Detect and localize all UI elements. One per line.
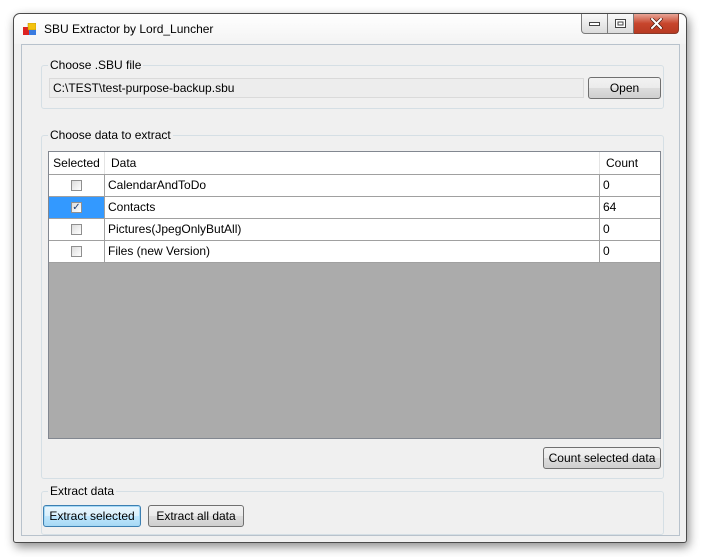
extract-all-button[interactable]: Extract all data: [148, 505, 244, 527]
grid-header: Selected Data Count: [49, 152, 660, 175]
count-cell[interactable]: 0: [600, 219, 660, 240]
extract-data-group-label: Extract data: [48, 484, 117, 498]
minimize-icon: [589, 21, 600, 26]
app-icon: [23, 23, 36, 35]
close-icon: [649, 18, 663, 29]
checkmark-icon: ✓: [72, 201, 81, 213]
data-cell[interactable]: CalendarAndToDo: [105, 175, 600, 196]
count-selected-button[interactable]: Count selected data: [543, 447, 661, 469]
count-cell[interactable]: 64: [600, 197, 660, 218]
selected-cell[interactable]: [49, 175, 105, 196]
client-area: Choose .SBU file C:\TEST\test-purpose-ba…: [21, 44, 680, 536]
table-row[interactable]: Pictures(JpegOnlyButAll) 0: [49, 219, 660, 241]
row-checkbox[interactable]: [71, 246, 82, 257]
extract-selected-button[interactable]: Extract selected: [43, 505, 141, 527]
choose-data-group: Choose data to extract Selected Data Cou…: [41, 128, 664, 479]
file-path-field[interactable]: C:\TEST\test-purpose-backup.sbu: [49, 78, 584, 98]
close-button[interactable]: [634, 14, 679, 34]
data-cell[interactable]: Pictures(JpegOnlyButAll): [105, 219, 600, 240]
table-row[interactable]: CalendarAndToDo 0: [49, 175, 660, 197]
selected-cell[interactable]: [49, 241, 105, 262]
maximize-icon: [615, 19, 626, 28]
selected-cell[interactable]: ✓: [49, 197, 105, 218]
choose-file-group: Choose .SBU file C:\TEST\test-purpose-ba…: [41, 58, 664, 109]
column-header-selected[interactable]: Selected: [49, 152, 105, 174]
data-cell[interactable]: Contacts: [105, 197, 600, 218]
window-title: SBU Extractor by Lord_Luncher: [44, 22, 214, 36]
row-checkbox[interactable]: ✓: [71, 202, 82, 213]
column-header-data[interactable]: Data: [105, 152, 600, 174]
title-bar[interactable]: SBU Extractor by Lord_Luncher: [14, 14, 686, 44]
data-cell[interactable]: Files (new Version): [105, 241, 600, 262]
app-window: SBU Extractor by Lord_Luncher Choose .SB…: [13, 13, 687, 543]
table-row[interactable]: ✓ Contacts 64: [49, 197, 660, 219]
count-cell[interactable]: 0: [600, 241, 660, 262]
table-row[interactable]: Files (new Version) 0: [49, 241, 660, 263]
choose-file-group-label: Choose .SBU file: [48, 58, 144, 72]
column-header-count[interactable]: Count: [600, 152, 660, 174]
count-cell[interactable]: 0: [600, 175, 660, 196]
minimize-button[interactable]: [581, 14, 608, 34]
extract-data-group: Extract data Extract selected Extract al…: [41, 484, 664, 535]
selected-cell[interactable]: [49, 219, 105, 240]
open-button[interactable]: Open: [588, 77, 661, 99]
maximize-button[interactable]: [608, 14, 634, 34]
row-checkbox[interactable]: [71, 224, 82, 235]
row-checkbox[interactable]: [71, 180, 82, 191]
data-grid: Selected Data Count CalendarAndToDo 0 ✓ …: [48, 151, 661, 439]
choose-data-group-label: Choose data to extract: [48, 128, 173, 142]
